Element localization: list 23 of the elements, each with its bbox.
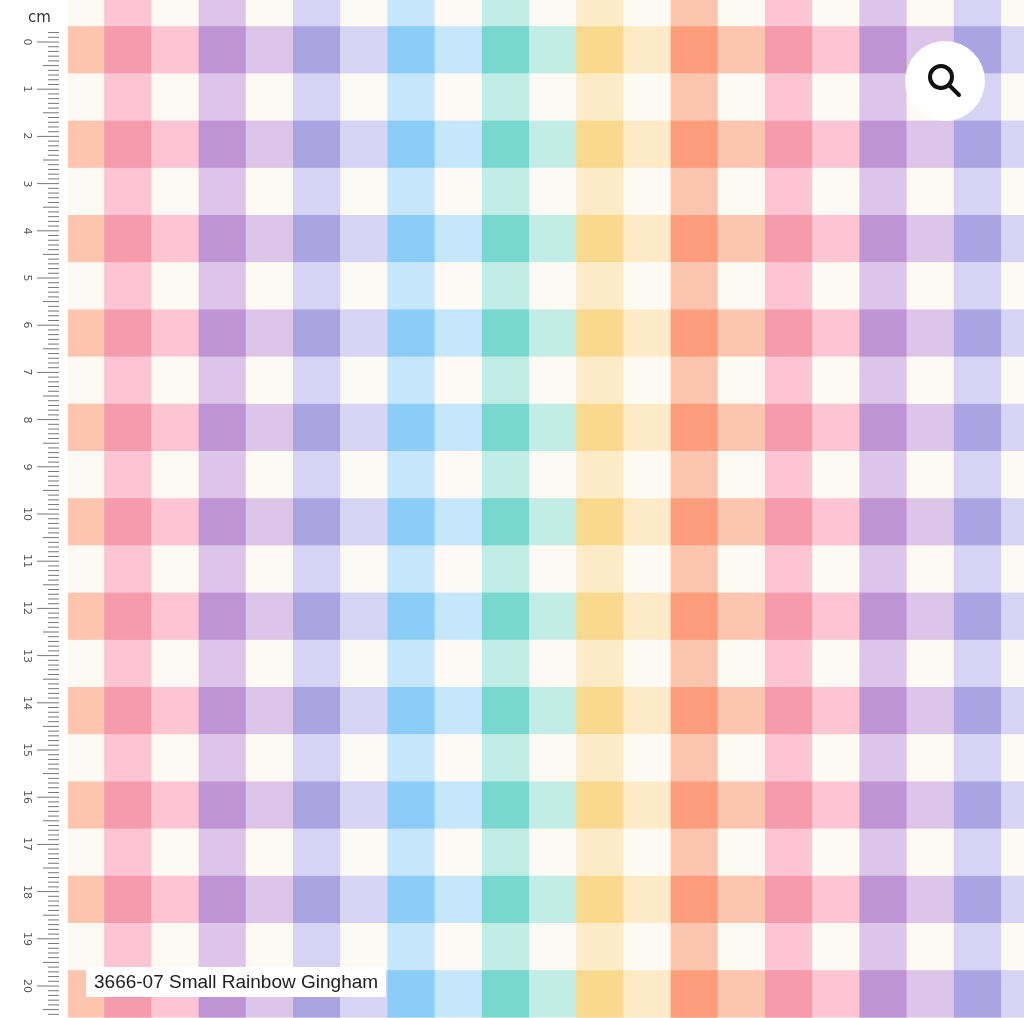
ruler-number: 17 bbox=[20, 836, 35, 854]
ruler-number: 20 bbox=[20, 978, 35, 995]
ruler-number: 4 bbox=[20, 226, 35, 237]
ruler-number: 18 bbox=[20, 883, 35, 901]
ruler-number: 2 bbox=[20, 131, 35, 142]
ruler-unit: cm bbox=[28, 8, 51, 26]
ruler-number: 15 bbox=[20, 742, 35, 759]
ruler-number: 5 bbox=[20, 273, 35, 284]
ruler-number: 7 bbox=[20, 367, 35, 378]
ruler-number: 3 bbox=[20, 179, 35, 190]
ruler-number: 0 bbox=[20, 37, 35, 48]
ruler-number: 16 bbox=[20, 789, 35, 807]
ruler-number: 10 bbox=[20, 506, 35, 523]
ruler-number: 14 bbox=[20, 694, 35, 712]
ruler-number: 11 bbox=[20, 553, 35, 571]
ruler-number: 1 bbox=[20, 84, 35, 95]
product-label: 3666-07 Small Rainbow Gingham bbox=[86, 967, 387, 997]
ruler-number: 9 bbox=[20, 462, 35, 473]
ruler-number: 6 bbox=[20, 320, 35, 331]
ruler-number: 8 bbox=[20, 415, 35, 426]
ruler-number: 12 bbox=[20, 600, 35, 618]
ruler-number: 13 bbox=[20, 647, 35, 665]
ruler-number: 19 bbox=[20, 930, 35, 948]
